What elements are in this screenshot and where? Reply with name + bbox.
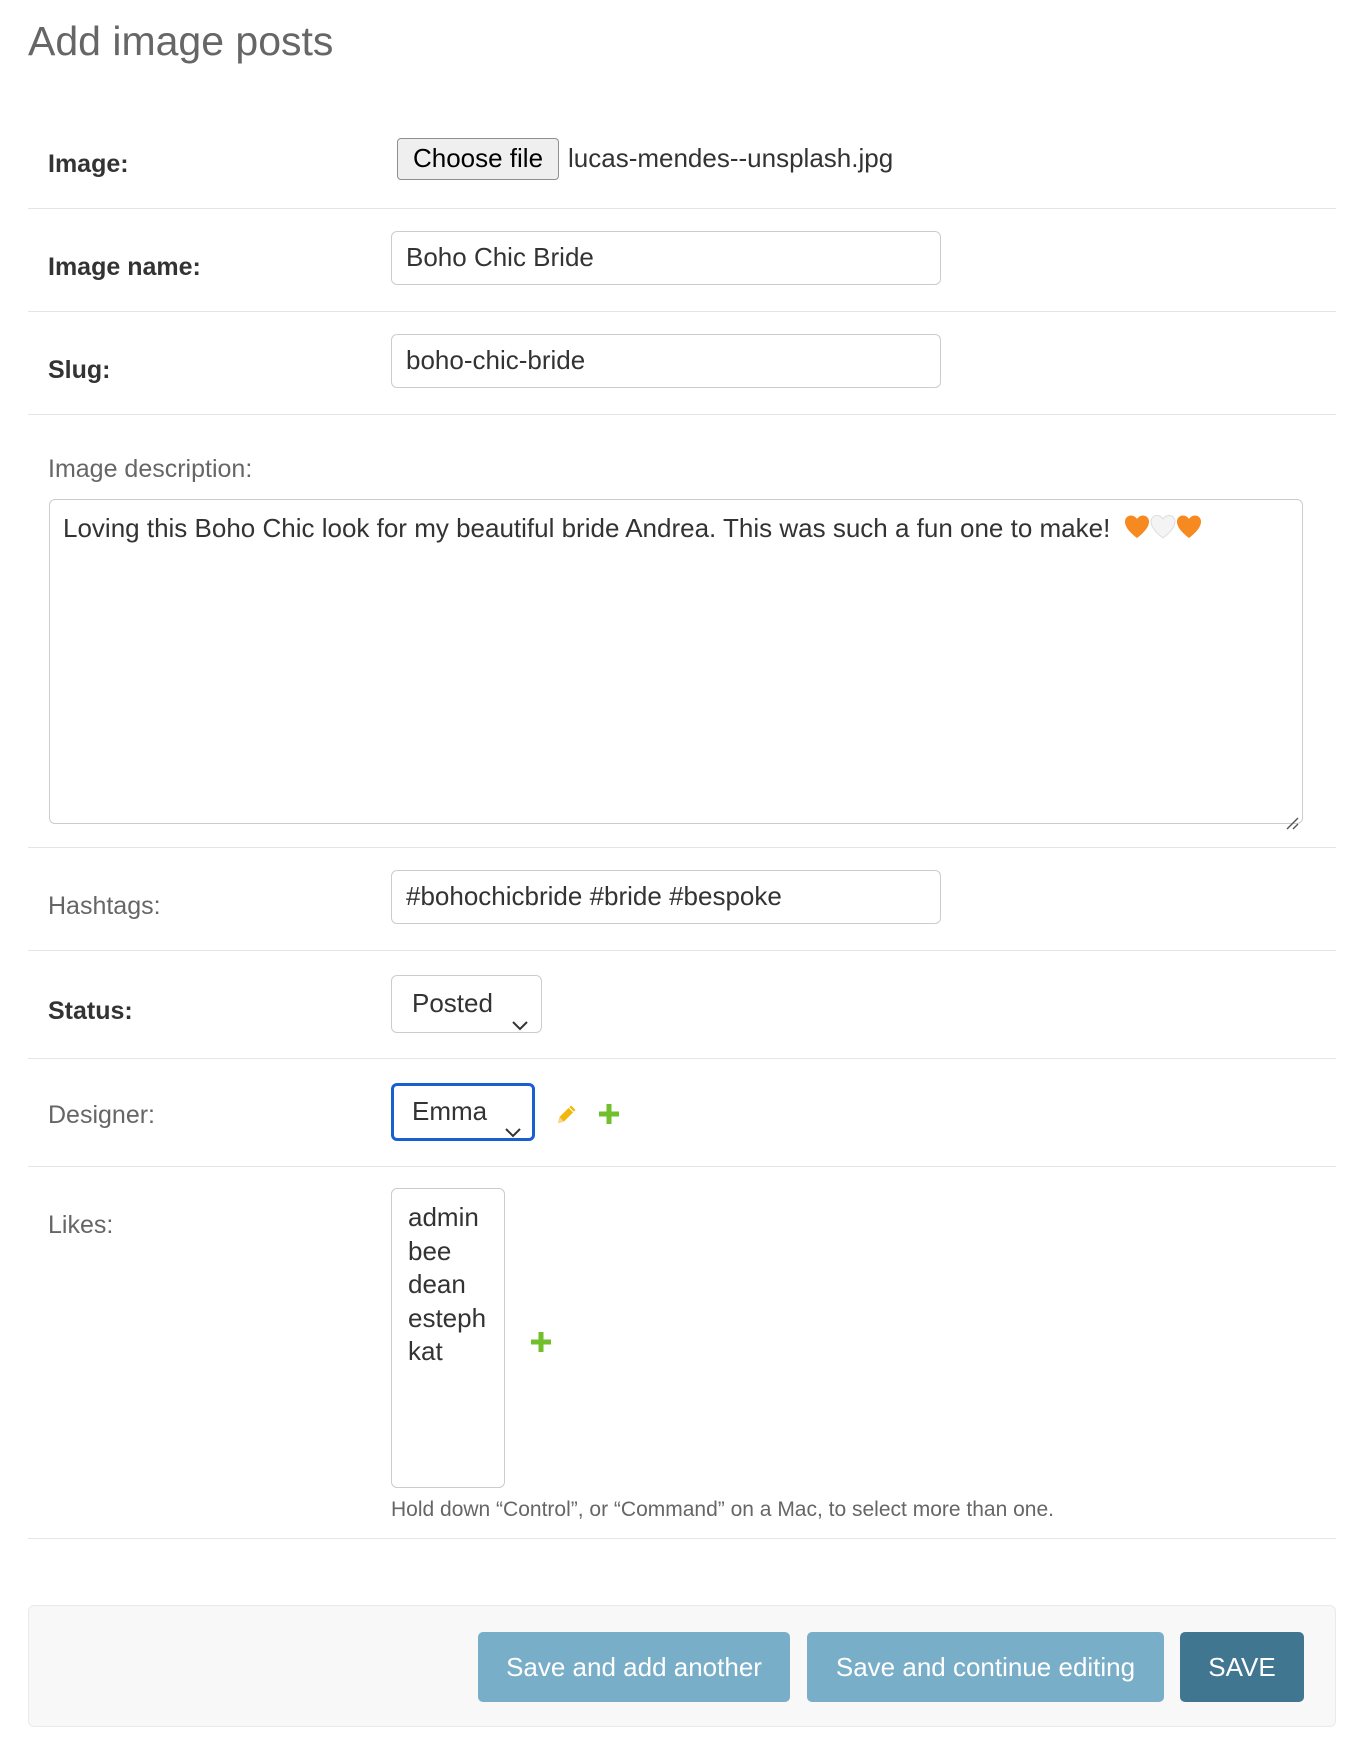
designer-select[interactable]: Emma xyxy=(391,1083,535,1141)
admin-add-form-page: Add image posts Image: Choose file lucas… xyxy=(0,0,1368,1748)
designer-selected-value: Emma xyxy=(412,1096,488,1126)
status-selected-value: Posted xyxy=(412,988,493,1018)
form-row-status: Status: xyxy=(28,951,1336,1059)
save-and-add-another-button[interactable]: Save and add another xyxy=(478,1632,790,1702)
plus-icon[interactable] xyxy=(596,1101,622,1127)
status-select[interactable]: Posted xyxy=(391,975,542,1033)
image-name-label: Image name: xyxy=(48,253,201,281)
likes-option[interactable]: kat xyxy=(392,1335,504,1369)
image-description-text: Loving this Boho Chic look for my beauti… xyxy=(63,513,1111,543)
hashtags-label: Hashtags: xyxy=(48,892,161,920)
page-title: Add image posts xyxy=(28,18,334,64)
pencil-icon[interactable] xyxy=(554,1101,580,1127)
choose-file-button[interactable]: Choose file xyxy=(397,138,559,180)
save-and-continue-editing-button[interactable]: Save and continue editing xyxy=(807,1632,1164,1702)
slug-input[interactable]: boho-chic-bride xyxy=(391,334,941,388)
heart-emoji-icon xyxy=(1124,514,1202,547)
likes-option[interactable]: esteph xyxy=(392,1302,504,1336)
form-row-likes: Likes: xyxy=(28,1167,1336,1539)
likes-multi-select[interactable]: admin bee dean esteph kat xyxy=(391,1188,505,1488)
chevron-down-icon xyxy=(511,996,529,1050)
chevron-down-icon xyxy=(504,1105,522,1156)
status-label: Status: xyxy=(48,997,133,1025)
designer-label: Designer: xyxy=(48,1101,155,1129)
likes-help-text: Hold down “Control”, or “Command” on a M… xyxy=(391,1498,1054,1521)
form-row-slug: Slug: boho-chic-bride xyxy=(28,312,1336,415)
slug-label: Slug: xyxy=(48,356,111,384)
file-name: lucas-mendes--unsplash.jpg xyxy=(568,143,894,173)
form-row-image-name: Image name: Boho Chic Bride xyxy=(28,209,1336,312)
image-description-label: Image description: xyxy=(48,455,253,483)
likes-option[interactable]: dean xyxy=(392,1268,504,1302)
save-button[interactable]: SAVE xyxy=(1180,1632,1304,1702)
image-description-textarea[interactable]: Loving this Boho Chic look for my beauti… xyxy=(49,499,1303,830)
plus-icon[interactable] xyxy=(528,1329,554,1355)
form-row-hashtags: Hashtags: #bohochicbride #bride #bespoke xyxy=(28,848,1336,951)
hashtags-input[interactable]: #bohochicbride #bride #bespoke xyxy=(391,870,941,924)
submit-row: Save and add another Save and continue e… xyxy=(28,1605,1336,1727)
likes-option[interactable]: bee xyxy=(392,1235,504,1269)
resize-handle-icon[interactable] xyxy=(1285,806,1299,830)
form-row-designer: Designer: xyxy=(28,1059,1336,1167)
image-label: Image: xyxy=(48,150,129,178)
image-name-input[interactable]: Boho Chic Bride xyxy=(391,231,941,285)
likes-label: Likes: xyxy=(48,1211,114,1239)
likes-option[interactable]: admin xyxy=(392,1201,504,1235)
